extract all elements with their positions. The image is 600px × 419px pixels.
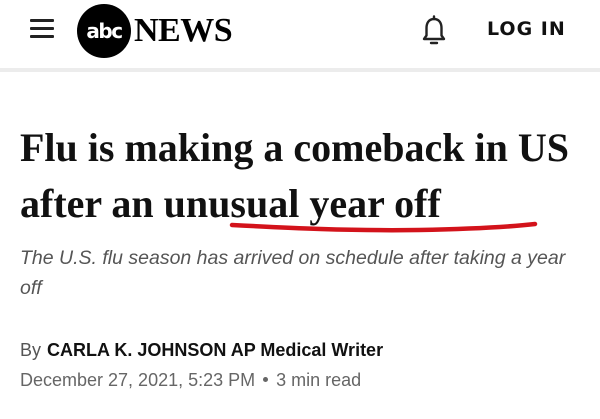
article-meta: December 27, 2021, 5:23 PM 3 min read [20, 370, 361, 391]
article-subheadline: The U.S. flu season has arrived on sched… [20, 247, 566, 299]
login-button[interactable]: LOG IN [487, 18, 566, 40]
read-time: 3 min read [276, 370, 362, 390]
news-wordmark: NEWS [134, 12, 233, 49]
byline-prefix: By [20, 340, 42, 360]
red-handdrawn-underline [229, 221, 538, 233]
separator-dot [263, 376, 269, 382]
abc-news-logo[interactable]: abc NEWS [77, 3, 233, 59]
menu-bar-middle [30, 27, 54, 30]
menu-bar-bottom [30, 35, 54, 38]
publish-date: December 27, 2021, 5:23 PM [20, 370, 256, 390]
author-name[interactable]: CARLA K. JOHNSON AP Medical Writer [47, 340, 383, 360]
bell-icon[interactable] [420, 14, 448, 48]
byline: By CARLA K. JOHNSON AP Medical Writer [20, 340, 383, 361]
abc-logo-circle: abc [77, 4, 131, 58]
menu-bar-top [30, 19, 54, 22]
site-header: abc NEWS LOG IN [0, 0, 600, 66]
header-divider [0, 68, 600, 72]
hamburger-menu-icon[interactable] [30, 17, 54, 39]
